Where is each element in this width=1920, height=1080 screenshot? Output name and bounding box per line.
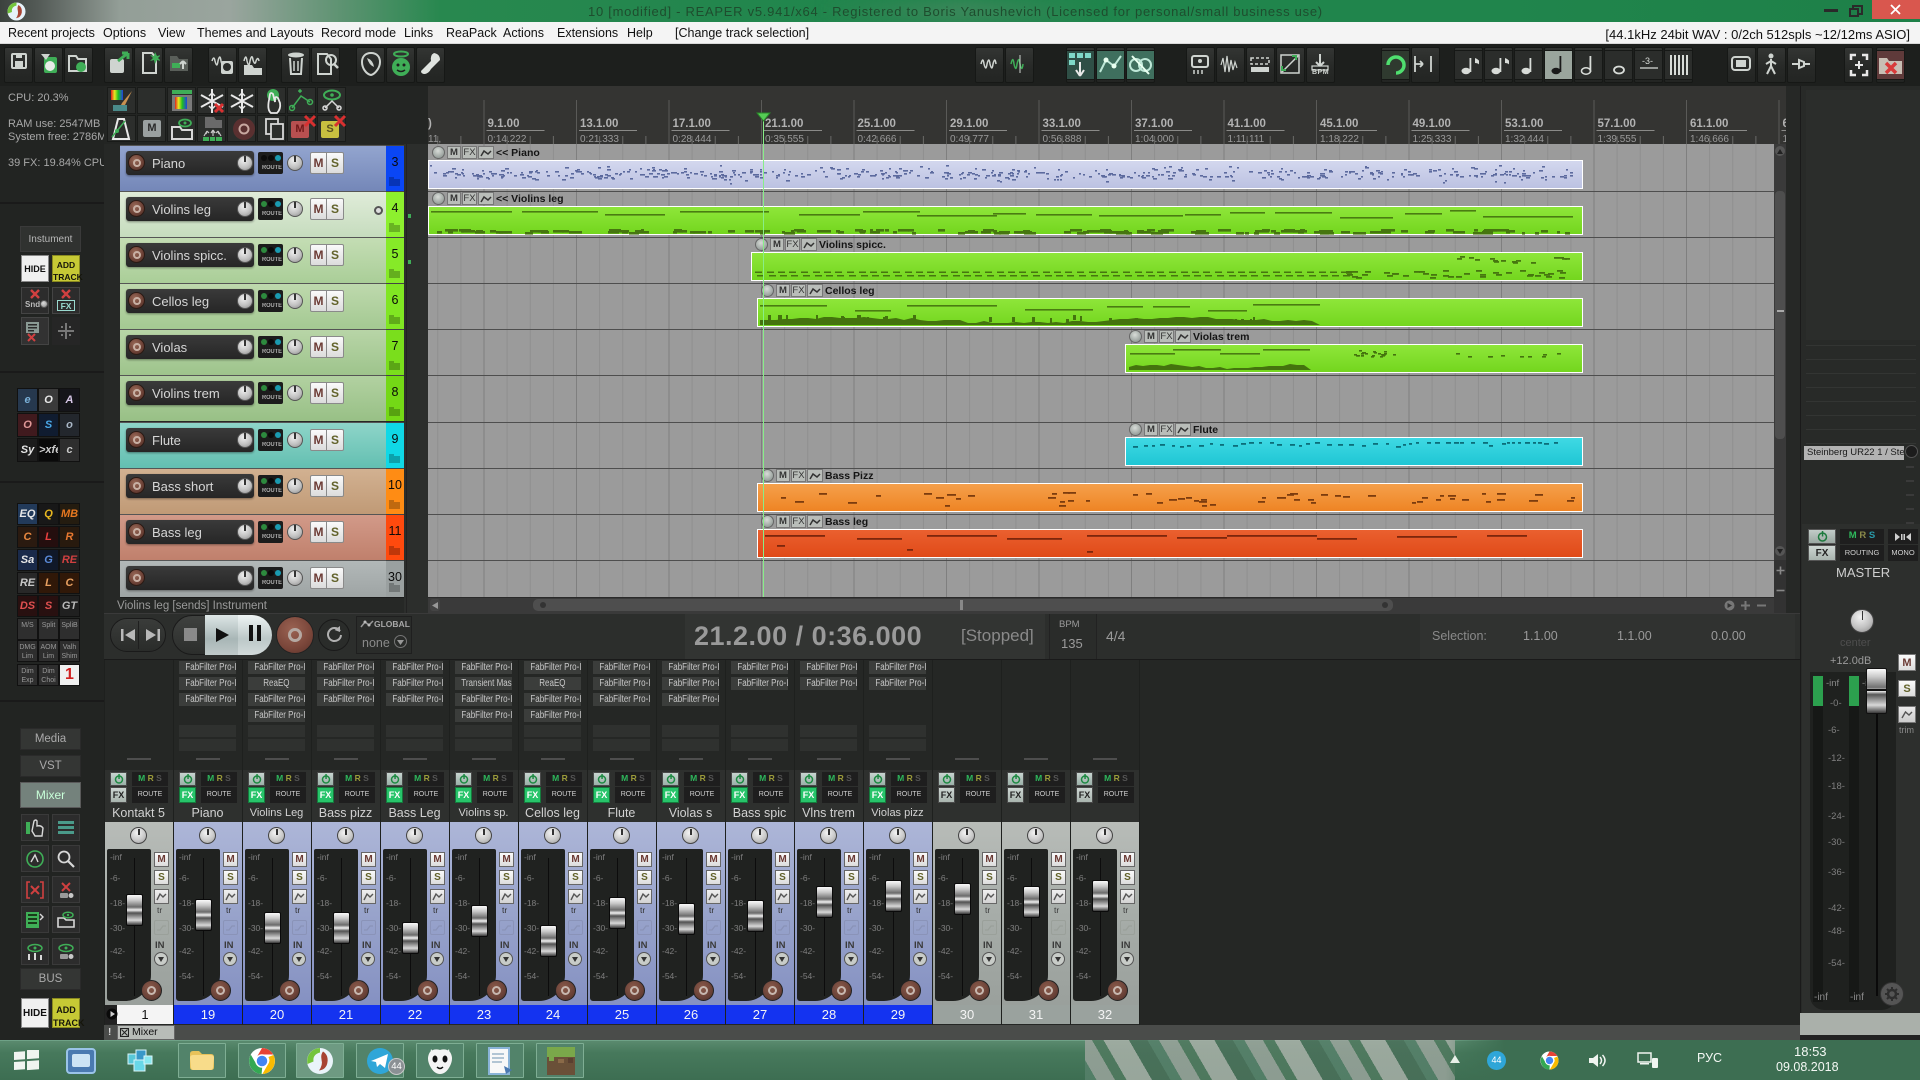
svg-text:1:11.111: 1:11.111 bbox=[1228, 134, 1265, 144]
svg-text:11,: 11, bbox=[428, 134, 441, 144]
svg-text:-3-: -3- bbox=[1642, 56, 1653, 66]
svg-text:17.1.00: 17.1.00 bbox=[673, 118, 711, 130]
svg-text:25.1.00: 25.1.00 bbox=[858, 118, 896, 130]
svg-text:45.1.00: 45.1.00 bbox=[1320, 118, 1358, 130]
svg-text:41.1.00: 41.1.00 bbox=[1228, 118, 1266, 130]
svg-text:33.1.00: 33.1.00 bbox=[1043, 118, 1081, 130]
svg-text:61.1.00: 61.1.00 bbox=[1690, 118, 1728, 130]
svg-text:29.1.00: 29.1.00 bbox=[950, 118, 988, 130]
svg-text:53.1.00: 53.1.00 bbox=[1505, 118, 1543, 130]
svg-text:37.1.00: 37.1.00 bbox=[1135, 118, 1173, 130]
svg-text:13.1.00: 13.1.00 bbox=[580, 118, 618, 130]
svg-text:): ) bbox=[428, 118, 432, 130]
svg-text:57.1.00: 57.1.00 bbox=[1598, 118, 1636, 130]
svg-text:9.1.00: 9.1.00 bbox=[488, 118, 520, 130]
svg-text:49.1.00: 49.1.00 bbox=[1413, 118, 1451, 130]
